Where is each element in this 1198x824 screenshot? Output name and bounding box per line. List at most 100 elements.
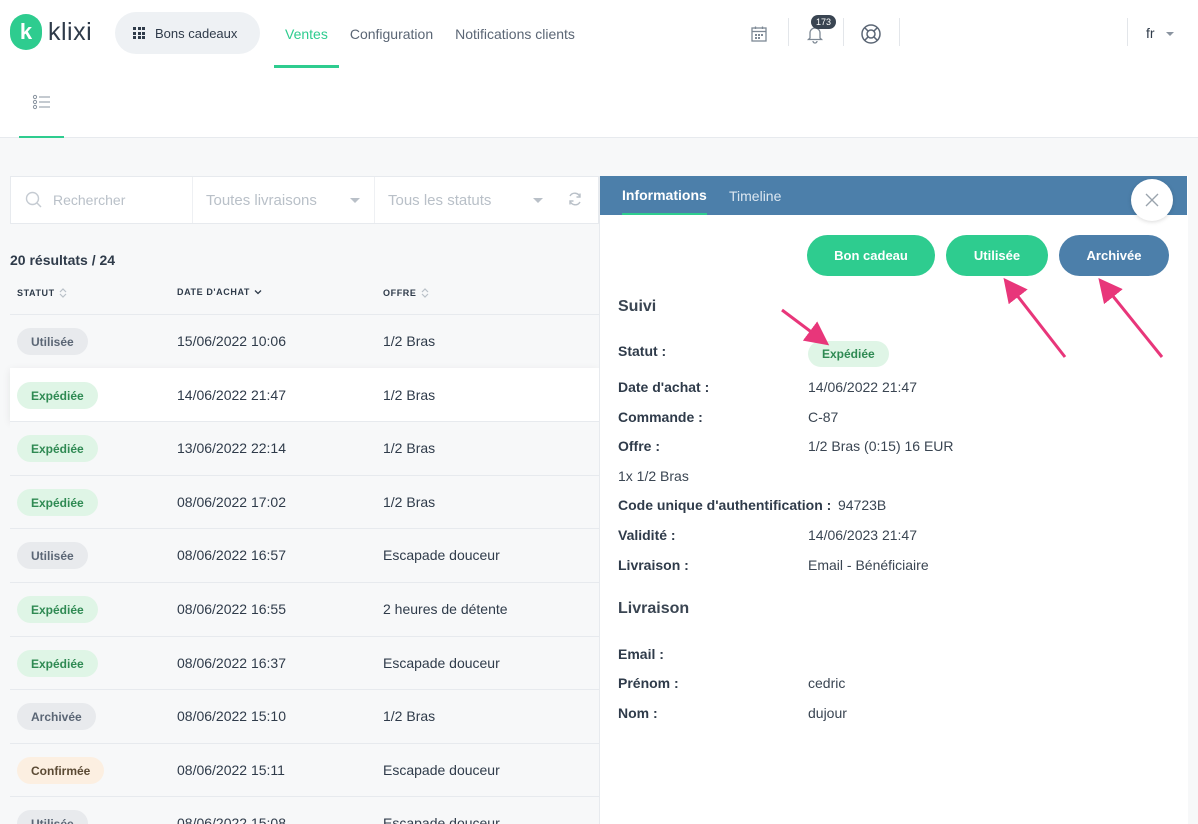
purchase-date: 08/06/2022 17:02 [177, 494, 286, 510]
offer-name: Escapade douceur [383, 762, 500, 778]
lastname-value: dujour [808, 705, 847, 721]
calendar-icon[interactable] [743, 18, 775, 50]
table-row[interactable]: Archivée 08/06/2022 15:10 1/2 Bras [10, 689, 599, 742]
offer-label: Offre : [618, 438, 660, 454]
purchase-date: 15/06/2022 10:06 [177, 333, 286, 349]
table-row[interactable]: Expédiée 08/06/2022 16:37 Escapade douce… [10, 636, 599, 689]
purchase-date-value: 14/06/2022 21:47 [808, 379, 917, 395]
klixi-logo[interactable]: k klixi [10, 14, 92, 50]
table-row[interactable]: Expédiée 08/06/2022 17:02 1/2 Bras [10, 475, 599, 528]
table-row[interactable]: Utilisée 08/06/2022 16:57 Escapade douce… [10, 528, 599, 581]
status-badge: Utilisée [17, 542, 88, 569]
divider [843, 18, 844, 46]
search-icon [25, 191, 42, 208]
sort-desc-icon [254, 290, 262, 295]
help-lifebuoy-icon[interactable] [855, 18, 887, 50]
divider [788, 18, 789, 46]
auth-code-label: Code unique d'authentification : [618, 497, 832, 513]
module-switcher-button[interactable]: Bons cadeaux [115, 12, 260, 54]
table-row[interactable]: Confirmée 08/06/2022 15:11 Escapade douc… [10, 743, 599, 796]
purchase-date-label: Date d'achat : [618, 379, 710, 395]
offer-name: 2 heures de détente [383, 601, 508, 617]
purchase-date: 08/06/2022 16:55 [177, 601, 286, 617]
search-placeholder: Rechercher [53, 192, 126, 208]
status-label: Statut : [618, 343, 667, 359]
delivery-filter-value: Toutes livraisons [206, 191, 317, 209]
tab-timeline[interactable]: Timeline [729, 176, 781, 215]
secondary-toolbar [0, 68, 1198, 138]
close-icon [1145, 193, 1159, 207]
offer-name: 1/2 Bras [383, 440, 436, 456]
tab-informations[interactable]: Informations [622, 176, 707, 215]
offer-line-item: 1x 1/2 Bras [618, 468, 689, 484]
purchase-date: 13/06/2022 22:14 [177, 440, 286, 456]
column-header-date-achat[interactable]: DATE D'ACHAT [177, 287, 263, 297]
email-label: Email : [618, 646, 664, 662]
tab-ventes[interactable]: Ventes [274, 0, 339, 68]
sort-icon [421, 288, 428, 298]
main-nav: Ventes Configuration Notifications clien… [274, 0, 586, 68]
status-badge: Expédiée [17, 489, 98, 516]
gift-card-button[interactable]: Bon cadeau [807, 235, 935, 276]
purchase-date: 14/06/2022 21:47 [177, 387, 286, 403]
status-badge: Utilisée [17, 810, 88, 824]
logo-text: klixi [48, 17, 93, 46]
purchase-date: 08/06/2022 15:10 [177, 708, 286, 724]
offer-name: Escapade douceur [383, 547, 500, 563]
lastname-label: Nom : [618, 705, 658, 721]
delivery-label: Livraison : [618, 557, 689, 573]
divider [899, 18, 900, 46]
status-badge: Expédiée [17, 435, 98, 462]
tab-configuration[interactable]: Configuration [339, 0, 444, 68]
top-navbar: k klixi Bons cadeaux Ventes Configuratio… [0, 0, 1198, 68]
order-label: Commande : [618, 409, 703, 425]
column-header-statut[interactable]: STATUT [17, 287, 68, 299]
status-filter-select[interactable]: Tous les statuts [375, 177, 557, 223]
refresh-icon[interactable] [567, 191, 583, 207]
table-row[interactable]: Expédiée 08/06/2022 16:55 2 heures de dé… [10, 582, 599, 635]
purchase-date: 08/06/2022 16:37 [177, 655, 286, 671]
purchase-date: 08/06/2022 15:11 [177, 762, 285, 778]
language-selector[interactable]: fr [1146, 25, 1155, 41]
auth-code-value: 94723B [838, 497, 887, 513]
table-row[interactable]: Expédiée 13/06/2022 22:14 1/2 Bras [10, 421, 599, 474]
list-view-tab[interactable] [19, 68, 64, 138]
close-panel-button[interactable] [1131, 179, 1173, 221]
delivery-filter-select[interactable]: Toutes livraisons [193, 177, 375, 223]
search-input[interactable]: Rechercher [11, 177, 193, 223]
validity-label: Validité : [618, 527, 676, 543]
column-label: OFFRE [383, 288, 417, 298]
apps-grid-icon [133, 27, 145, 39]
status-badge: Expédiée [17, 650, 98, 677]
status-badge: Utilisée [17, 328, 88, 355]
status-filter-value: Tous les statuts [388, 191, 492, 209]
offer-name: 1/2 Bras [383, 494, 436, 510]
results-summary: 20 résultats / 24 [10, 252, 116, 268]
status-badge: Confirmée [17, 757, 105, 784]
panel-tabs-bar: Informations Timeline [600, 176, 1187, 215]
offer-name: 1/2 Bras [383, 333, 436, 349]
offer-name: 1/2 Bras [383, 387, 436, 403]
table-row[interactable]: Utilisée 08/06/2022 15:08 Escapade douce… [10, 796, 599, 824]
status-badge: Expédiée [17, 596, 98, 623]
mark-used-button[interactable]: Utilisée [946, 235, 1048, 276]
status-badge: Archivée [17, 703, 96, 730]
filter-bar: Rechercher Toutes livraisons Tous les st… [10, 176, 599, 224]
tab-notifications-clients[interactable]: Notifications clients [444, 0, 586, 68]
module-label: Bons cadeaux [155, 25, 238, 41]
archive-button[interactable]: Archivée [1059, 235, 1169, 276]
firstname-label: Prénom : [618, 675, 679, 691]
chevron-down-icon [533, 198, 543, 203]
status-badge: Expédiée [17, 382, 98, 409]
chevron-down-icon[interactable] [1166, 32, 1174, 36]
column-label: DATE D'ACHAT [177, 287, 250, 297]
table-row[interactable]: Utilisée 15/06/2022 10:06 1/2 Bras [10, 314, 599, 367]
logo-mark: k [10, 14, 42, 50]
column-header-offre[interactable]: OFFRE [383, 287, 430, 299]
chevron-down-icon [350, 198, 360, 203]
list-icon [32, 94, 50, 110]
column-label: STATUT [17, 288, 55, 298]
table-row-selected[interactable]: Expédiée 14/06/2022 21:47 1/2 Bras [10, 368, 599, 421]
delivery-value: Email - Bénéficiaire [808, 557, 929, 573]
offer-name: 1/2 Bras [383, 708, 436, 724]
